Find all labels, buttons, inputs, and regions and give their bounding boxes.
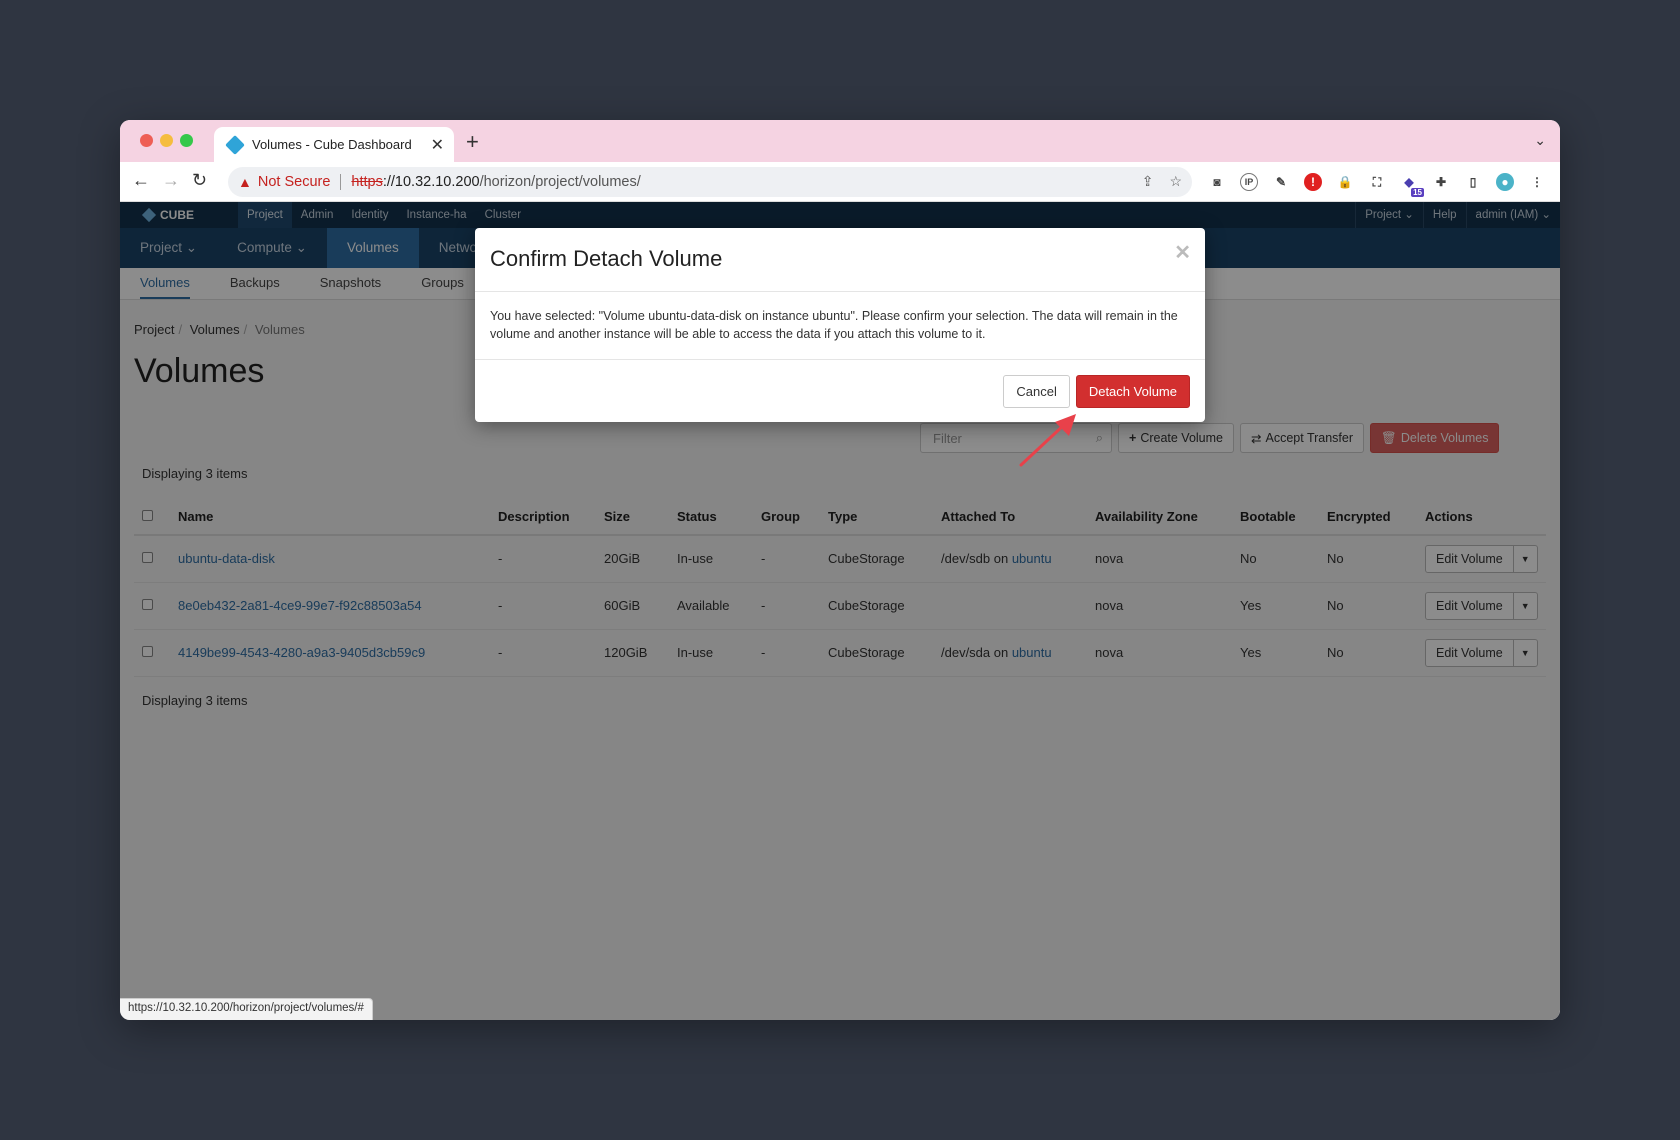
pointer-arrow <box>1019 414 1076 467</box>
modal-title: Confirm Detach Volume <box>490 246 723 271</box>
modal-footer: Cancel Detach Volume <box>475 360 1205 423</box>
arrow-head <box>1055 414 1076 436</box>
url-separator <box>340 174 342 190</box>
not-secure-label[interactable]: Not Secure <box>258 174 331 190</box>
browser-tab[interactable]: Volumes - Cube Dashboard ✕ <box>214 127 454 162</box>
browser-menu-icon[interactable]: ⋮ <box>1528 173 1546 191</box>
maximize-window-button[interactable] <box>180 134 193 147</box>
adblock-extension-icon[interactable]: ! <box>1304 173 1322 191</box>
url-scheme: https <box>351 174 383 190</box>
reload-icon[interactable]: ↻ <box>192 170 207 191</box>
new-tab-button[interactable]: + <box>466 129 479 155</box>
cancel-button[interactable]: Cancel <box>1003 375 1070 408</box>
arrow-shaft <box>1019 422 1067 467</box>
ip-extension-icon[interactable]: IP <box>1240 173 1258 191</box>
side-panel-icon[interactable]: ▯ <box>1464 173 1482 191</box>
screenshot-extension-icon[interactable]: ⛶ <box>1368 173 1386 191</box>
bookmark-star-icon[interactable]: ☆ <box>1169 173 1182 190</box>
close-window-button[interactable] <box>140 134 153 147</box>
lock-extension-icon[interactable]: 🔒 <box>1336 173 1354 191</box>
camera-extension-icon[interactable]: ◙ <box>1208 173 1226 191</box>
modal-body: You have selected: "Volume ubuntu-data-d… <box>475 292 1205 360</box>
share-icon[interactable]: ⇪ <box>1142 173 1154 190</box>
modal-header: Confirm Detach Volume ✕ <box>475 228 1205 292</box>
close-icon[interactable]: ✕ <box>1174 240 1191 265</box>
puzzle-extensions-icon[interactable]: ✚ <box>1432 173 1450 191</box>
tab-title: Volumes - Cube Dashboard <box>252 137 412 152</box>
address-bar[interactable]: ▲ Not Secure https://10.32.10.200/horizo… <box>228 167 1192 197</box>
status-bar-url: https://10.32.10.200/horizon/project/vol… <box>120 998 373 1020</box>
eyedropper-extension-icon[interactable]: ✎ <box>1272 173 1290 191</box>
url-path: /horizon/project/volumes/ <box>479 174 641 190</box>
title-bar: Volumes - Cube Dashboard ✕ + ⌄ <box>120 120 1560 162</box>
browser-window: Volumes - Cube Dashboard ✕ + ⌄ ← → ↻ ▲ N… <box>120 120 1560 1020</box>
browser-toolbar: ← → ↻ ▲ Not Secure https://10.32.10.200/… <box>120 162 1560 202</box>
minimize-window-button[interactable] <box>160 134 173 147</box>
graduation-extension-icon[interactable]: ◆ 15 <box>1400 173 1424 197</box>
extensions-bar: ◙ IP ✎ ! 🔒 ⛶ ◆ 15 ✚ ▯ ● ⋮ <box>1208 173 1546 197</box>
back-icon[interactable]: ← <box>132 170 150 191</box>
profile-avatar-icon[interactable]: ● <box>1496 173 1514 191</box>
warning-icon: ▲ <box>238 174 252 190</box>
tab-close-icon[interactable]: ✕ <box>431 135 444 155</box>
extension-badge: 15 <box>1411 188 1424 197</box>
tab-search-icon[interactable]: ⌄ <box>1534 132 1546 149</box>
url-host: ://10.32.10.200 <box>382 174 480 190</box>
detach-volume-button[interactable]: Detach Volume <box>1075 375 1190 408</box>
cube-favicon-icon <box>225 134 245 155</box>
forward-icon[interactable]: → <box>162 170 180 191</box>
confirm-detach-dialog: Confirm Detach Volume ✕ You have selecte… <box>475 228 1205 422</box>
